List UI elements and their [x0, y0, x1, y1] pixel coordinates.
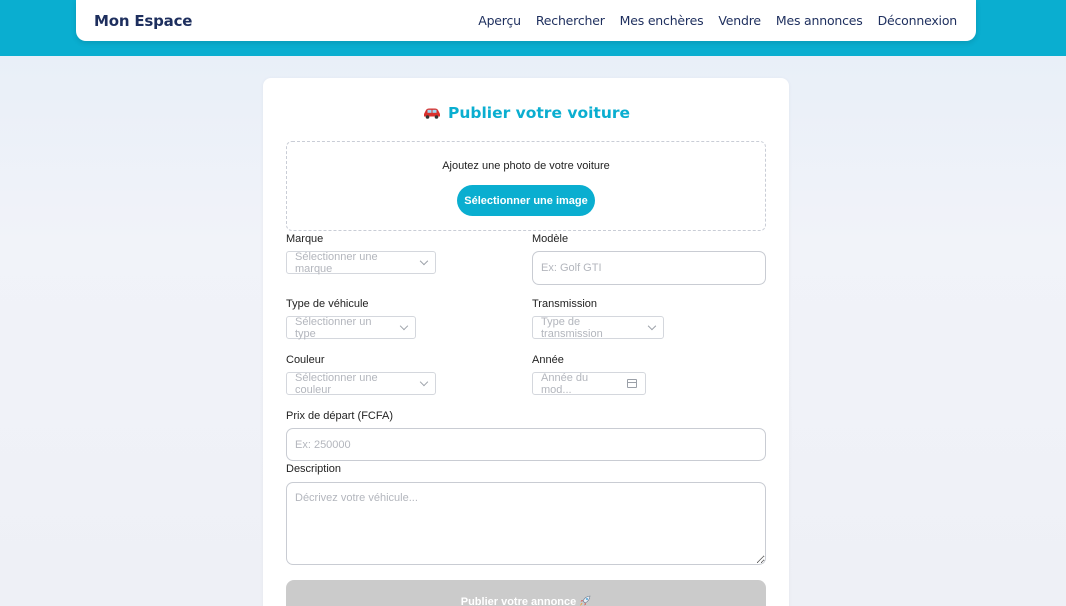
- nav-link-vendre[interactable]: Vendre: [718, 13, 761, 28]
- brand-logo[interactable]: Mon Espace: [94, 12, 192, 30]
- couleur-label: Couleur: [286, 354, 325, 366]
- description-textarea[interactable]: [286, 482, 766, 565]
- nav-link-mes-encheres[interactable]: Mes enchères: [620, 13, 704, 28]
- type-vehicule-select-value: Sélectionner un type: [295, 315, 372, 340]
- modele-label: Modèle: [532, 233, 569, 245]
- couleur-select-value: Sélectionner une couleur: [295, 371, 378, 396]
- nav-links: Aperçu Rechercher Mes enchères Vendre Me…: [478, 13, 957, 28]
- marque-select[interactable]: Sélectionner une marque: [286, 250, 436, 275]
- transmission-select-value: Type de transmission: [541, 315, 603, 340]
- annee-label: Année: [532, 354, 564, 366]
- type-vehicule-label: Type de véhicule: [286, 298, 369, 310]
- rocket-icon: [579, 595, 591, 606]
- nav-link-mes-annonces[interactable]: Mes annonces: [776, 13, 863, 28]
- top-navbar: Mon Espace Aperçu Rechercher Mes enchère…: [76, 0, 976, 41]
- chevron-down-icon: [419, 256, 429, 266]
- prix-input[interactable]: [286, 428, 766, 461]
- marque-select-value: Sélectionner une marque: [295, 250, 378, 275]
- transmission-select[interactable]: Type de transmission: [532, 315, 664, 340]
- nav-link-rechercher[interactable]: Rechercher: [536, 13, 605, 28]
- chevron-down-icon: [399, 321, 409, 331]
- select-image-button[interactable]: Sélectionner une image: [457, 185, 595, 216]
- page-title-text: Publier votre voiture: [447, 104, 631, 122]
- couleur-select[interactable]: Sélectionner une couleur: [286, 371, 436, 396]
- chevron-down-icon: [419, 377, 429, 387]
- publish-button-label: Publier votre annonce: [460, 595, 577, 606]
- nav-link-apercu[interactable]: Aperçu: [478, 13, 521, 28]
- upload-prompt: Ajoutez une photo de votre voiture: [442, 160, 610, 172]
- annee-input[interactable]: Année du mod...: [532, 371, 646, 396]
- publish-button[interactable]: Publier votre annonce: [286, 580, 766, 606]
- prix-label: Prix de départ (FCFA): [286, 410, 393, 422]
- car-icon: [422, 105, 442, 119]
- annee-input-value: Année du mod...: [541, 371, 589, 396]
- type-vehicule-select[interactable]: Sélectionner un type: [286, 315, 416, 340]
- calendar-icon[interactable]: [627, 379, 637, 388]
- description-label: Description: [286, 463, 342, 475]
- modele-input[interactable]: [532, 251, 766, 285]
- photo-upload-zone[interactable]: Ajoutez une photo de votre voiture Sélec…: [286, 141, 766, 231]
- marque-label: Marque: [286, 233, 324, 245]
- page-title: Publier votre voiture: [263, 104, 789, 122]
- nav-link-deconnexion[interactable]: Déconnexion: [878, 13, 958, 28]
- transmission-label: Transmission: [532, 298, 597, 310]
- chevron-down-icon: [647, 321, 657, 331]
- publish-form-card: Publier votre voiture Ajoutez une photo …: [263, 78, 789, 606]
